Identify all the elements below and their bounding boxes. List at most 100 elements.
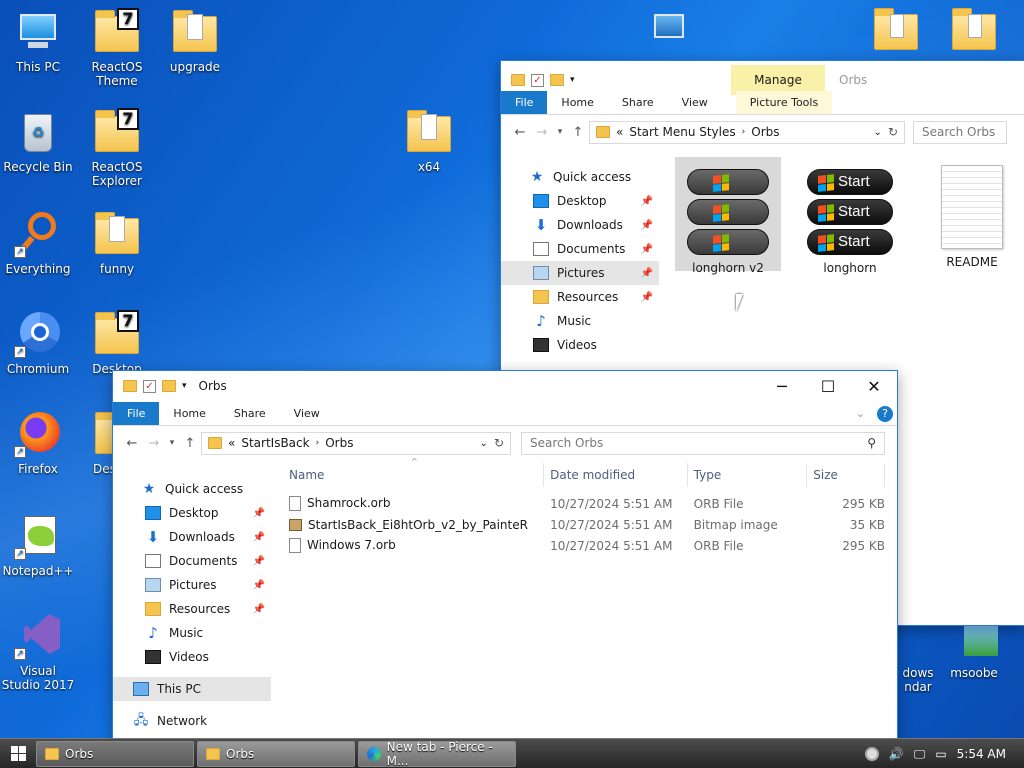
chevron-down-icon[interactable]: ▾ [570,75,575,85]
desktop-icon-desktop[interactable]: 7 Desktop [79,310,155,376]
desktop-icon-msoobe[interactable]: msoobe [936,622,1012,680]
chevron-down-icon[interactable]: ⌄ [874,127,882,138]
desktop-icon-reactos-theme[interactable]: 7 ReactOS Theme [79,8,155,88]
explorer-window-front[interactable]: ✓ ▾ Orbs ─ ☐ ✕ File Home Share View ⌄ ? … [112,370,898,740]
forward-arrow-icon[interactable]: → [143,436,165,451]
nav-resources[interactable]: Resources 📌 [501,285,659,309]
ribbon-expand-chevron-icon[interactable]: ⌄ [856,407,865,420]
file-row[interactable]: Windows 7.orb 10/27/2024 5:51 AM ORB Fil… [283,535,885,556]
tab-picture-tools[interactable]: Picture Tools [735,91,833,114]
nav-pictures[interactable]: Pictures 📌 [113,573,271,597]
nav-this-pc[interactable]: This PC [113,677,271,701]
nav-quick-access[interactable]: ★ Quick access [113,477,271,501]
new-folder-icon[interactable] [550,74,564,86]
breadcrumb-item[interactable]: Orbs [325,436,353,450]
column-date-modified[interactable]: Date modified [544,463,688,487]
forward-arrow-icon[interactable]: → [531,125,553,140]
pin-icon[interactable]: 📌 [641,196,653,207]
desktop-icon-folder-top-1[interactable] [858,6,934,58]
path-overflow[interactable]: « [228,436,235,450]
tab-view[interactable]: View [668,91,722,114]
pin-icon[interactable]: 📌 [641,244,653,255]
column-name[interactable]: Name [283,463,545,487]
refresh-icon[interactable]: ↻ [888,125,898,139]
desktop-icon-notepadpp[interactable]: ↗ Notepad++ [0,512,76,578]
pin-icon[interactable]: 📌 [641,220,653,231]
desktop-icon-funny[interactable]: funny [79,210,155,276]
breadcrumb-item[interactable]: StartIsBack [241,436,309,450]
nav-desktop[interactable]: Desktop 📌 [501,189,659,213]
up-arrow-icon[interactable]: ↑ [567,125,589,140]
breadcrumb-item[interactable]: Orbs [751,125,779,139]
nav-documents[interactable]: Documents 📌 [501,237,659,261]
nav-videos[interactable]: Videos [501,333,659,357]
nav-desktop[interactable]: Desktop 📌 [113,501,271,525]
nav-quick-access[interactable]: ★ Quick access [501,165,659,189]
quick-access-toolbar[interactable]: ✓ ▾ [511,73,575,87]
file-row[interactable]: Shamrock.orb 10/27/2024 5:51 AM ORB File… [283,493,885,514]
desktop-icon-visual-studio[interactable]: ↗ Visual Studio 2017 [0,612,76,692]
back-arrow-icon[interactable]: ← [121,436,143,451]
pin-icon[interactable]: 📌 [253,556,265,567]
display-icon[interactable]: 🖵 [914,747,926,762]
desktop-icon-upgrade[interactable]: upgrade [157,8,233,74]
nav-network[interactable]: 🖧 Network [113,709,271,733]
address-bar[interactable]: « StartIsBack › Orbs ⌄ ↻ [201,431,511,455]
search-input[interactable]: Search Orbs [913,120,1007,144]
pin-icon[interactable]: 📌 [641,292,653,303]
refresh-icon[interactable]: ↻ [494,436,504,450]
nav-pictures[interactable]: Pictures 📌 [501,261,659,285]
nav-downloads[interactable]: ⬇ Downloads 📌 [501,213,659,237]
file-thumbnail-readme[interactable]: README [919,157,1024,271]
search-input[interactable]: Search Orbs ⚲ [521,431,885,455]
tab-home[interactable]: Home [547,91,607,114]
tab-file[interactable]: File [113,402,160,425]
desktop-icon-network-pc[interactable] [628,10,704,62]
quick-access-toolbar[interactable]: ✓ ▾ [123,379,187,393]
tab-home[interactable]: Home [159,402,219,425]
nav-downloads[interactable]: ⬇ Downloads 📌 [113,525,271,549]
desktop-icon-firefox[interactable]: ↗ Firefox [0,410,76,476]
network-status-icon[interactable] [864,747,879,761]
recent-chevron-icon[interactable]: ▾ [165,438,179,448]
address-bar[interactable]: « Start Menu Styles › Orbs ⌄ ↻ [589,120,905,144]
nav-videos[interactable]: Videos [113,645,271,669]
taskbar-button-new-tab[interactable]: New tab - Pierce - M... [358,740,516,768]
taskbar-button-orbs-1[interactable]: Orbs [36,740,194,767]
chevron-down-icon[interactable]: ⌄ [480,438,488,449]
clock[interactable]: 5:54 AM [957,747,1006,761]
pin-icon[interactable]: 📌 [253,532,265,543]
close-button[interactable]: ✕ [851,371,897,401]
volume-icon[interactable]: 🔊 [889,747,904,761]
recent-chevron-icon[interactable]: ▾ [553,127,567,137]
file-thumbnail-longhorn[interactable]: Start Start Start longhorn [797,157,903,275]
pin-icon[interactable]: 📌 [253,580,265,591]
taskbar-button-orbs-2[interactable]: Orbs [197,740,355,767]
column-size[interactable]: Size [807,463,885,487]
nav-music[interactable]: ♪ Music [113,621,271,645]
pin-icon[interactable]: 📌 [641,268,653,279]
start-button[interactable] [0,739,36,768]
back-arrow-icon[interactable]: ← [509,125,531,140]
chevron-down-icon[interactable]: ▾ [182,381,187,391]
nav-documents[interactable]: Documents 📌 [113,549,271,573]
up-arrow-icon[interactable]: ↑ [179,436,201,451]
path-overflow[interactable]: « [616,125,623,139]
properties-icon[interactable]: ✓ [143,379,156,393]
help-icon[interactable]: ? [877,405,893,422]
tab-file[interactable]: File [501,91,548,114]
file-thumbnail-longhorn-v2[interactable]: longhorn v2 [675,157,781,275]
desktop-icon-folder-top-2[interactable] [936,6,1012,58]
desktop-icon-reactos-explorer[interactable]: 7 ReactOS Explorer [79,108,155,188]
tab-view[interactable]: View [280,402,334,425]
desktop-icon-x64[interactable]: x64 [391,108,467,174]
file-row[interactable]: StartIsBack_Ei8htOrb_v2_by_PainteR 10/27… [283,514,885,535]
pin-icon[interactable]: 📌 [253,508,265,519]
new-folder-icon[interactable] [162,380,176,392]
nav-resources[interactable]: Resources 📌 [113,597,271,621]
pin-icon[interactable]: 📌 [253,604,265,615]
column-type[interactable]: Type [688,463,808,487]
desktop-icon-everything[interactable]: ↗ Everything [0,210,76,276]
properties-icon[interactable]: ✓ [531,73,544,87]
action-center-icon[interactable]: ▭ [935,747,946,761]
